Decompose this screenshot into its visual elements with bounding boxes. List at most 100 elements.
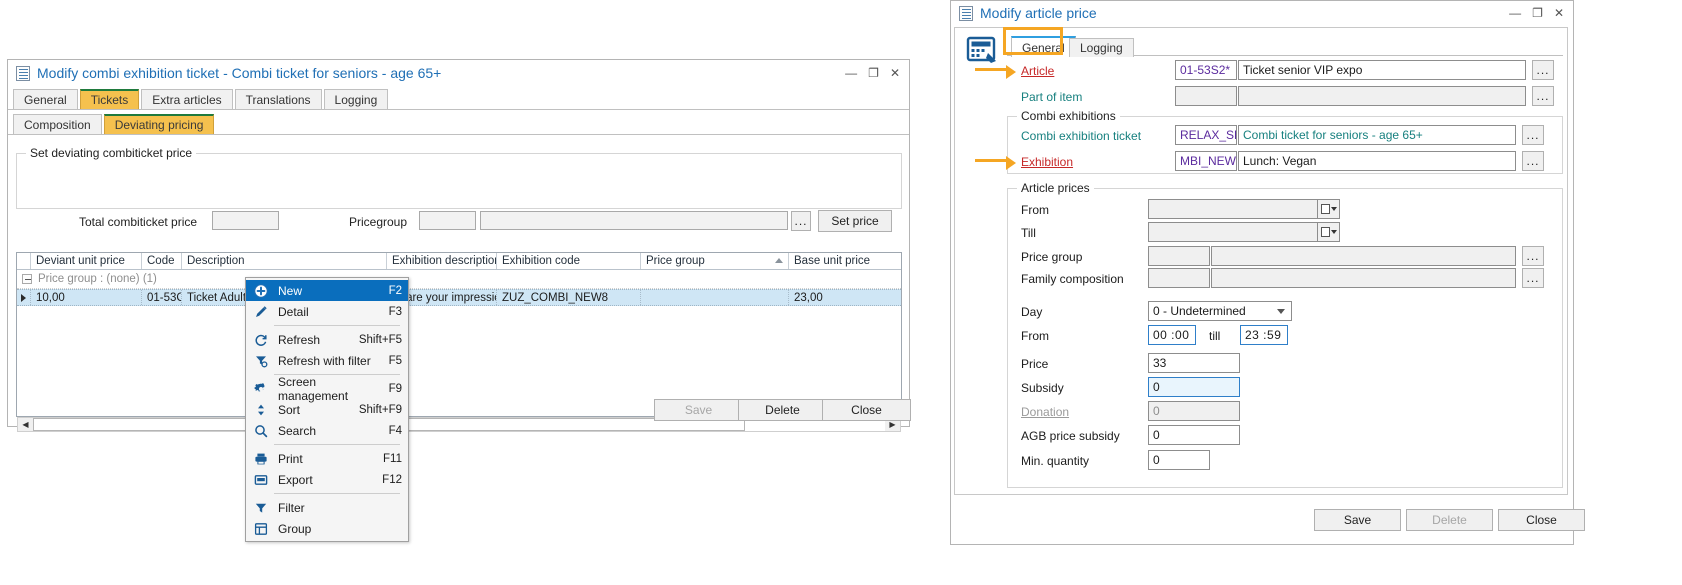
donation-input: 0 [1148, 401, 1240, 421]
cell-deviant-unit-price[interactable]: 10,00 [31, 290, 142, 305]
exhibition-description-input[interactable]: Lunch: Vegan [1238, 151, 1516, 171]
right-dialog-tabstrip: General Logging [1007, 34, 1563, 56]
column-header-exhibition-code[interactable]: Exhibition code [497, 253, 641, 269]
calendar-icon [1321, 227, 1330, 237]
right-maximize-button[interactable]: ❐ [1532, 7, 1543, 19]
context-menu-item-group[interactable]: Group [246, 518, 408, 539]
column-header-code[interactable]: Code [142, 253, 182, 269]
right-close-button[interactable]: ✕ [1554, 7, 1564, 19]
combi-exhibitions-legend: Combi exhibitions [1017, 109, 1120, 123]
combi-exhibition-ticket-code-input[interactable]: RELAX_SE [1175, 125, 1237, 145]
pricegroup-code-input[interactable] [419, 211, 476, 230]
pencil-icon [250, 304, 272, 320]
part-of-item-browse-button[interactable]: ... [1532, 86, 1554, 106]
tab-tickets[interactable]: Tickets [80, 89, 140, 109]
left-maximize-button[interactable]: ❐ [868, 67, 879, 79]
column-header-base-unit-price[interactable]: Base unit price [789, 253, 899, 269]
part-of-item-code-input[interactable] [1175, 86, 1237, 106]
right-close-action-button[interactable]: Close [1498, 509, 1585, 531]
price-group-code-input[interactable] [1148, 246, 1210, 266]
subsidy-input[interactable]: 0 [1148, 377, 1240, 397]
article-link[interactable]: Article [1021, 64, 1054, 78]
column-header-price-group[interactable]: Price group [641, 253, 789, 269]
context-menu-item-screen-management[interactable]: Screen management F9 [246, 378, 408, 399]
part-of-item-description-input[interactable] [1238, 86, 1526, 106]
exhibition-browse-button[interactable]: ... [1522, 151, 1544, 171]
agb-price-subsidy-input[interactable]: 0 [1148, 425, 1240, 445]
left-close-button[interactable]: ✕ [890, 67, 900, 79]
from-time-input[interactable]: 00 :00 [1148, 325, 1196, 345]
context-menu-item-new[interactable]: New F2 [246, 280, 408, 301]
left-close-action-button[interactable]: Close [822, 399, 911, 421]
context-menu-label-new: New [278, 284, 375, 298]
column-header-deviant-unit-price[interactable]: Deviant unit price [31, 253, 142, 269]
article-code-input[interactable]: 01-53S2* [1175, 60, 1237, 80]
left-save-button[interactable]: Save [654, 399, 743, 421]
export-icon [250, 472, 272, 488]
cell-base-unit-price[interactable]: 23,00 [789, 290, 899, 305]
right-delete-button[interactable]: Delete [1406, 509, 1493, 531]
family-composition-description-input[interactable] [1211, 268, 1516, 288]
article-description-input[interactable]: Ticket senior VIP expo [1238, 60, 1526, 80]
till-time-input[interactable]: 23 :59 [1240, 325, 1288, 345]
context-menu-item-sort[interactable]: Sort Shift+F9 [246, 399, 408, 420]
column-header-exhibition-description[interactable]: Exhibition description [387, 253, 497, 269]
context-menu-item-print[interactable]: Print F11 [246, 448, 408, 469]
subtab-deviating-pricing[interactable]: Deviating pricing [104, 114, 215, 134]
context-menu-item-detail[interactable]: Detail F3 [246, 301, 408, 322]
column-header-description[interactable]: Description [182, 253, 387, 269]
set-price-button[interactable]: Set price [818, 210, 892, 232]
from-date-calendar-button[interactable] [1318, 199, 1340, 219]
price-group-description-input[interactable] [1211, 246, 1516, 266]
combi-exhibition-ticket-description-input[interactable]: Combi ticket for seniors - age 65+ [1238, 125, 1516, 145]
right-save-button[interactable]: Save [1314, 509, 1401, 531]
price-input[interactable]: 33 [1148, 353, 1240, 373]
tab-general-right[interactable]: General [1011, 36, 1076, 57]
combi-exhibition-ticket-browse-button[interactable]: ... [1522, 125, 1544, 145]
day-select[interactable]: 0 - Undetermined [1148, 301, 1292, 321]
context-menu-label-refresh-with-filter: Refresh with filter [278, 354, 375, 368]
family-composition-browse-button[interactable]: ... [1522, 268, 1544, 288]
tab-extra-articles[interactable]: Extra articles [141, 89, 232, 109]
grid-group-row[interactable]: Price group : (none) (1) [17, 270, 901, 289]
right-minimize-button[interactable]: — [1509, 7, 1521, 19]
context-menu-item-export[interactable]: Export F12 [246, 469, 408, 490]
price-group-browse-button[interactable]: ... [1522, 246, 1544, 266]
grid-context-menu[interactable]: New F2 Detail F3 Refresh Shift+F5 Refres… [245, 277, 409, 542]
exhibition-link[interactable]: Exhibition [1021, 155, 1073, 169]
context-menu-item-search[interactable]: Search F4 [246, 420, 408, 441]
scroll-left-arrow-icon[interactable]: ◀ [18, 418, 33, 431]
cell-price-group[interactable] [641, 290, 789, 305]
left-delete-button[interactable]: Delete [738, 399, 827, 421]
tab-general[interactable]: General [13, 89, 78, 109]
part-of-item-label: Part of item [1021, 90, 1082, 104]
context-menu-item-filter[interactable]: Filter [246, 497, 408, 518]
collapse-group-icon[interactable] [22, 274, 32, 284]
total-combiticket-price-input[interactable] [212, 211, 279, 230]
exhibition-code-input[interactable]: MBI_NEW7 [1175, 151, 1237, 171]
tab-logging-right[interactable]: Logging [1069, 38, 1134, 57]
context-menu-item-refresh-with-filter[interactable]: Refresh with filter F5 [246, 350, 408, 371]
context-menu-item-refresh[interactable]: Refresh Shift+F5 [246, 329, 408, 350]
total-combiticket-price-label: Total combiticket price [79, 215, 197, 229]
pricegroup-browse-button[interactable]: ... [791, 211, 811, 231]
cell-code[interactable]: 01-53C-1 [142, 290, 182, 305]
donation-link[interactable]: Donation [1021, 405, 1069, 419]
context-menu-separator [274, 493, 400, 494]
form-edit-icon [966, 36, 1000, 66]
min-quantity-input[interactable]: 0 [1148, 450, 1210, 470]
cell-exhibition-code[interactable]: ZUZ_COMBI_NEW8 [497, 290, 641, 305]
table-row[interactable]: 10,00 01-53C-1 Ticket Adult combi expo p… [17, 289, 901, 306]
combi-exhibition-ticket-label: Combi exhibition ticket [1021, 129, 1141, 143]
left-minimize-button[interactable]: — [845, 67, 857, 79]
till-date-calendar-button[interactable] [1318, 222, 1340, 242]
from-date-input[interactable] [1148, 199, 1318, 219]
pricegroup-description-input[interactable] [480, 211, 788, 230]
till-date-input[interactable] [1148, 222, 1318, 242]
tab-logging[interactable]: Logging [324, 89, 389, 109]
deviating-price-grid[interactable]: Deviant unit price Code Description Exhi… [16, 252, 902, 417]
family-composition-code-input[interactable] [1148, 268, 1210, 288]
tab-translations[interactable]: Translations [235, 89, 322, 109]
article-browse-button[interactable]: ... [1532, 60, 1554, 80]
subtab-composition[interactable]: Composition [13, 114, 102, 134]
